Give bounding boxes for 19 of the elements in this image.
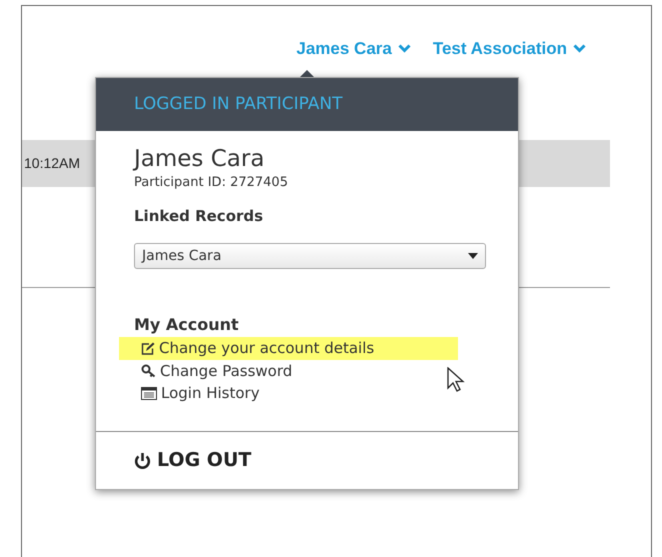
account-menu-link[interactable]: Change your account details bbox=[119, 337, 458, 360]
participant-name: James Cara bbox=[134, 145, 266, 173]
mouse-cursor-icon bbox=[447, 367, 465, 393]
caret-down-icon bbox=[468, 253, 478, 259]
power-icon bbox=[134, 452, 151, 470]
section-label: My Account bbox=[134, 314, 240, 336]
key-icon bbox=[141, 364, 156, 378]
account-menu-link[interactable]: Login History bbox=[134, 382, 480, 404]
chevron-down-icon bbox=[573, 44, 586, 54]
time-text: 10:12AM bbox=[24, 154, 80, 173]
section-label: Linked Records bbox=[134, 206, 264, 226]
participant-id: Participant ID: 2727405 bbox=[134, 174, 289, 192]
logout-link[interactable]: LOG OUT bbox=[157, 446, 252, 475]
chevron-down-icon bbox=[398, 44, 411, 54]
account-menu-link[interactable]: Change Password bbox=[134, 360, 480, 382]
linked-records-select[interactable]: James Cara bbox=[134, 243, 486, 269]
edit-icon bbox=[141, 342, 155, 355]
list-window-icon bbox=[141, 386, 157, 400]
header-title: LOGGED IN PARTICIPANT bbox=[134, 92, 343, 116]
